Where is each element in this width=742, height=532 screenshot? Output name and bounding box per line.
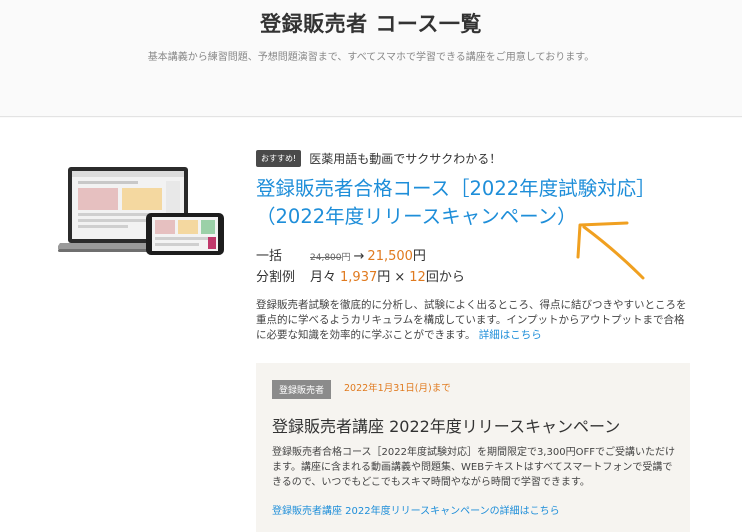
installment-price: 分割例 月々 1,937 円 × 12 回から <box>256 266 465 285</box>
old-price: 24,800 <box>310 253 342 263</box>
course-tagline: 医薬用語も動画でサクサクわかる！ <box>309 152 502 166</box>
price-arrow: → <box>353 249 365 264</box>
course-badge-row: おすすめ! 医薬用語も動画でサクサクわかる！ <box>256 150 501 167</box>
campaign-title: 登録販売者講座 2022年度リリースキャンペーン <box>272 417 621 436</box>
course-description-text: 登録販売者試験を徹底的に分析し、試験によく出るところ、得点に結びつきやすいところ… <box>256 299 687 341</box>
monthly-amount: 1,937 <box>340 270 378 285</box>
page-header: 登録販売者 コース一覧 基本講義から練習問題、予想問題演習まで、すべてスマホで学… <box>0 0 742 117</box>
months-suffix: 回から <box>425 270 465 285</box>
annotation-arrow-icon <box>576 221 645 280</box>
lump-sum-label: 一括 <box>256 249 283 264</box>
detail-link[interactable]: 詳細はこちら <box>479 329 542 341</box>
recommend-badge: おすすめ! <box>256 150 302 167</box>
device-mockup-icon[interactable] <box>58 165 226 257</box>
installment-months: 12 <box>409 270 426 285</box>
installment-label: 分割例 <box>256 270 296 285</box>
monthly-prefix: 月々 <box>310 270 337 285</box>
monthly-yen: 円 × <box>377 270 406 285</box>
page-title: 登録販売者 コース一覧 <box>260 12 482 36</box>
campaign-description: 登録販売者合格コース［2022年度試験対応］を期間限定で3,300円OFFでご受… <box>272 447 675 488</box>
campaign-category-badge: 登録販売者 <box>272 380 332 399</box>
new-price-yen: 円 <box>412 249 426 264</box>
campaign-deadline: 2022年1月31日(月)まで <box>344 383 451 394</box>
course-description: 登録販売者試験を徹底的に分析し、試験によく出るところ、得点に結びつきやすいところ… <box>256 298 688 343</box>
new-price: 21,500 <box>367 249 413 264</box>
page-subtitle: 基本講義から練習問題、予想問題演習まで、すべてスマホで学習できる講座をご用意して… <box>147 52 595 63</box>
campaign-box: 登録販売者 2022年1月31日(月)まで 登録販売者講座 2022年度リリース… <box>256 363 690 532</box>
lump-sum-price: 一括 24,800 円 → 21,500 円 <box>256 245 426 264</box>
old-price-yen: 円 <box>341 253 351 263</box>
campaign-detail-link[interactable]: 登録販売者講座 2022年度リリースキャンペーンの詳細はこちら <box>272 502 560 517</box>
